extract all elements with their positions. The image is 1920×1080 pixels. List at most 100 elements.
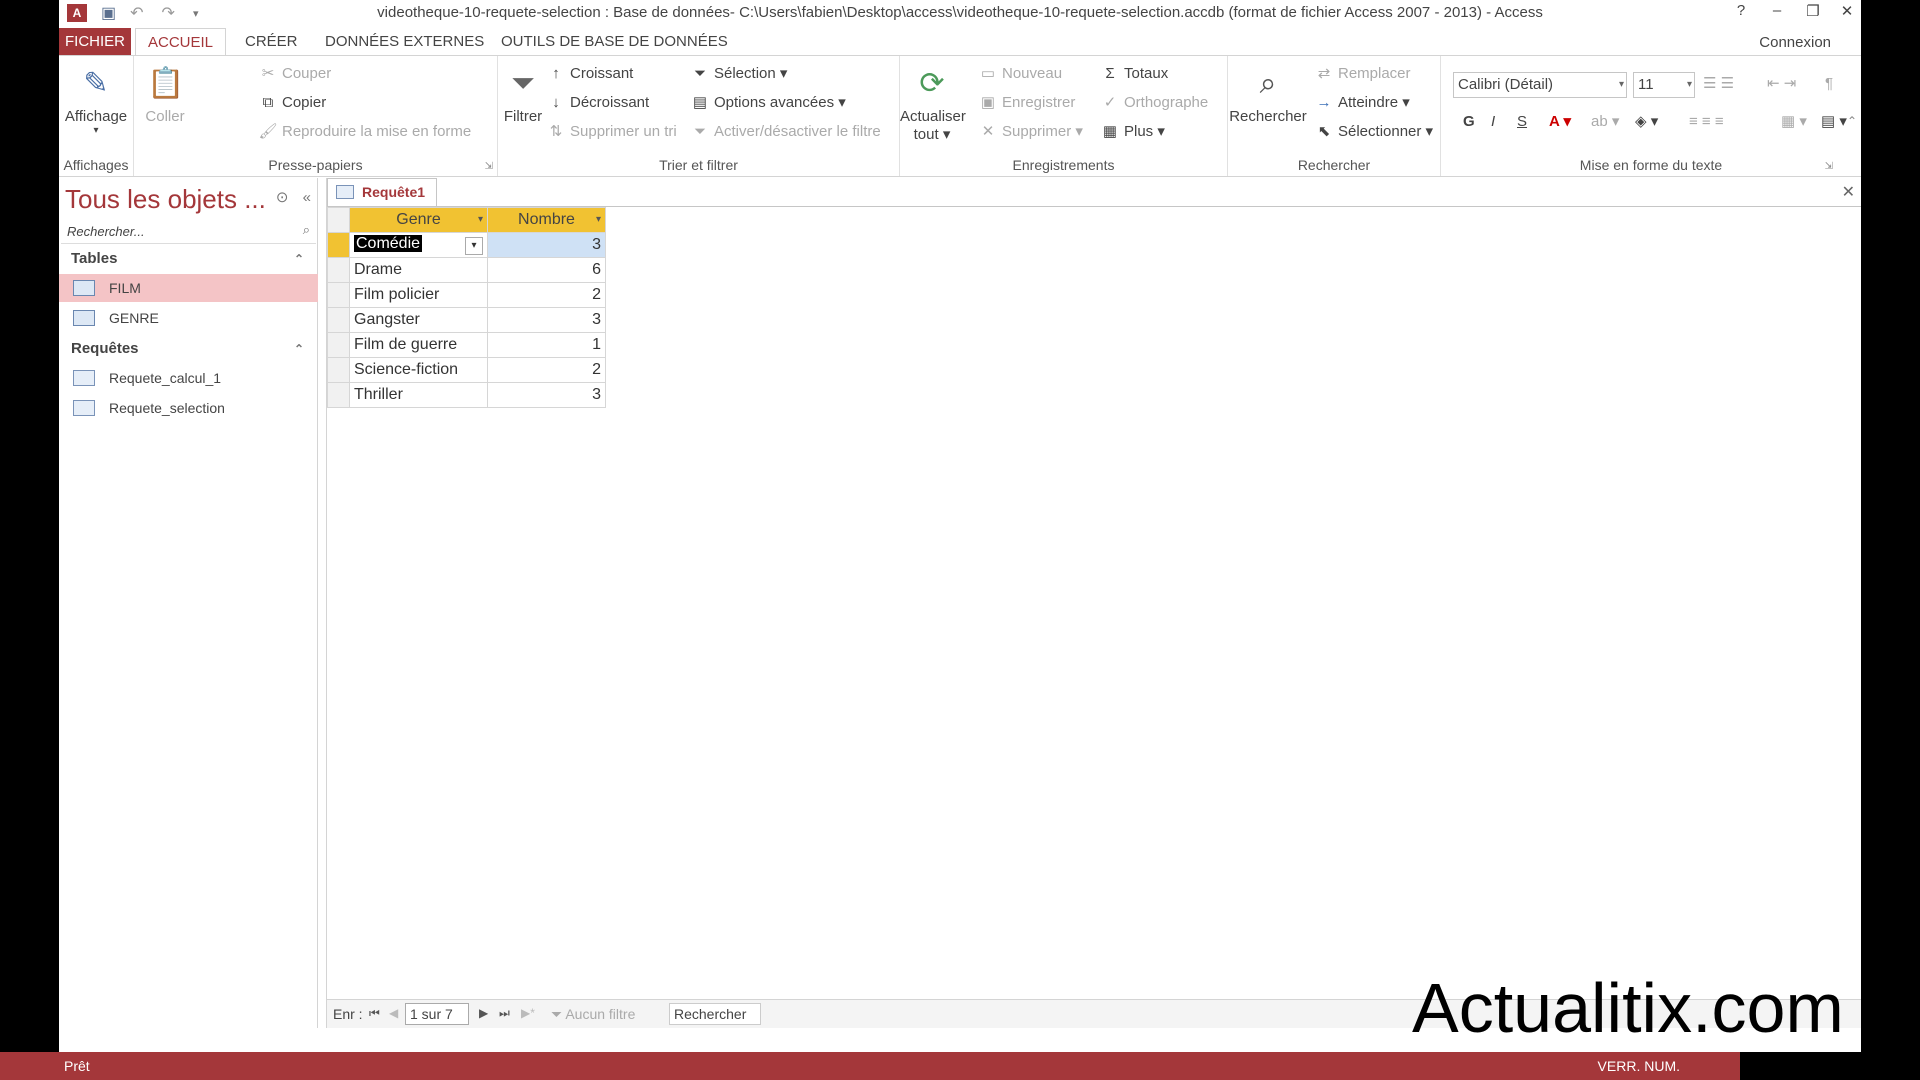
tab-fichier[interactable]: FICHIER	[59, 28, 131, 56]
highlight-icon[interactable]: ab ▾	[1591, 110, 1619, 134]
remplacer-button[interactable]: ⇄ Remplacer	[1314, 62, 1411, 86]
nav-item-film[interactable]: FILM	[59, 274, 318, 302]
nav-item-genre[interactable]: GENRE	[59, 304, 318, 332]
paragraph-icon[interactable]: ¶	[1825, 72, 1833, 96]
nouveau-button[interactable]: ▭ Nouveau	[978, 62, 1062, 86]
supprimer-tri-button[interactable]: ⇅ Supprimer un tri	[546, 120, 677, 144]
nav-item-requete-calcul-1[interactable]: Requete_calcul_1	[59, 364, 318, 392]
restore-button[interactable]: ❐	[1799, 2, 1827, 22]
section-requetes[interactable]: Requêtes ⌃	[59, 336, 318, 362]
collapse-ribbon-icon[interactable]: ⌃	[1847, 114, 1857, 128]
genre-cell[interactable]: Science-fiction	[349, 357, 488, 383]
copier-button[interactable]: ⧉ Copier	[258, 91, 327, 115]
genre-cell[interactable]: Thriller	[349, 382, 488, 408]
tab-outils-bdd[interactable]: OUTILS DE BASE DE DONNÉES	[489, 28, 740, 56]
nav-item-requete-selection[interactable]: Requete_selection	[59, 394, 318, 422]
dropdown-arrow-icon[interactable]: ▾	[596, 214, 601, 225]
tab-creer[interactable]: CRÉER	[233, 28, 310, 56]
help-button[interactable]: ?	[1727, 2, 1755, 22]
gridlines-icon[interactable]: ▦ ▾	[1781, 110, 1807, 134]
tab-accueil[interactable]: ACCUEIL	[135, 28, 227, 56]
supprimer-button[interactable]: ✕ Supprimer ▾	[978, 120, 1083, 144]
record-counter-input[interactable]: 1 sur 7	[405, 1003, 469, 1025]
bold-button[interactable]: G	[1463, 110, 1475, 134]
column-header-genre[interactable]: Genre ▾	[349, 207, 488, 233]
nav-search-input[interactable]: Rechercher... ⌕	[61, 220, 316, 244]
last-record-icon[interactable]: ⏭	[499, 1006, 510, 1021]
row-selector[interactable]	[327, 357, 350, 383]
dialog-launcher-icon[interactable]: ⇲	[1825, 161, 1833, 172]
record-search-input[interactable]: Rechercher	[669, 1003, 761, 1025]
rechercher-button[interactable]: ⌕ Rechercher	[1228, 66, 1308, 125]
sign-in-link[interactable]: Connexion	[1759, 34, 1831, 51]
genre-cell[interactable]: Film de guerre	[349, 332, 488, 358]
row-selector[interactable]	[327, 332, 350, 358]
close-document-icon[interactable]: ✕	[1842, 182, 1855, 202]
nombre-cell[interactable]: 6	[487, 257, 606, 283]
first-record-icon[interactable]: ⏮	[369, 1006, 380, 1021]
fill-color-icon[interactable]: ◈ ▾	[1635, 110, 1658, 134]
alt-fill-icon[interactable]: ▤ ▾	[1821, 110, 1847, 134]
atteindre-button[interactable]: → Atteindre ▾	[1314, 91, 1410, 115]
indent-icon[interactable]: ⇤ ⇥	[1767, 72, 1796, 96]
close-button[interactable]: ✕	[1833, 2, 1861, 22]
atteindre-label: Atteindre	[1338, 94, 1399, 111]
nav-title[interactable]: Tous les objets ...	[65, 184, 266, 215]
font-color-icon[interactable]: A ▾	[1549, 110, 1571, 134]
genre-cell[interactable]: Comédie ▾	[349, 232, 488, 258]
collapse-pane-icon[interactable]: «	[303, 189, 311, 206]
nombre-cell[interactable]: 2	[487, 282, 606, 308]
enregistrer-button[interactable]: ▣ Enregistrer	[978, 91, 1075, 115]
row-selector[interactable]	[327, 307, 350, 333]
genre-cell[interactable]: Film policier	[349, 282, 488, 308]
decroissant-button[interactable]: ↓ Décroissant	[546, 91, 649, 115]
select-all-cell[interactable]	[327, 207, 350, 233]
document-tab[interactable]: Requête1	[327, 178, 437, 206]
minimize-button[interactable]: –	[1763, 2, 1791, 22]
nombre-cell[interactable]: 1	[487, 332, 606, 358]
row-selector[interactable]	[327, 257, 350, 283]
row-selector[interactable]	[327, 382, 350, 408]
totaux-button[interactable]: Σ Totaux	[1100, 62, 1168, 86]
underline-button[interactable]: S	[1517, 110, 1527, 134]
row-selector[interactable]	[327, 282, 350, 308]
nombre-cell[interactable]: 3	[487, 307, 606, 333]
options-avancees-button[interactable]: ▤ Options avancées ▾	[690, 91, 846, 115]
new-record-nav-icon[interactable]: ▶*	[521, 1006, 535, 1020]
orthographe-button[interactable]: ✓ Orthographe	[1100, 91, 1209, 115]
tab-donnees-externes[interactable]: DONNÉES EXTERNES	[313, 28, 496, 56]
affichage-button[interactable]: ✎ Affichage ▾	[63, 66, 129, 136]
genre-cell[interactable]: Gangster	[349, 307, 488, 333]
selection-button[interactable]: ⏷ Sélection ▾	[690, 62, 787, 86]
search-icon[interactable]: ⌕	[303, 222, 310, 238]
previous-record-icon[interactable]: ◀	[389, 1006, 398, 1020]
filtrer-button[interactable]: ⏷ Filtrer	[498, 66, 548, 125]
filter-status[interactable]: ⏷ Aucun filtre	[551, 1006, 635, 1023]
font-name-select[interactable]: Calibri (Détail) ▾	[1453, 72, 1627, 98]
coller-button[interactable]: 📋 Coller	[140, 66, 190, 125]
next-record-icon[interactable]: ▶	[479, 1006, 488, 1020]
croissant-button[interactable]: ↑ Croissant	[546, 62, 633, 86]
font-size-select[interactable]: 11 ▾	[1633, 72, 1695, 98]
dropdown-arrow-icon[interactable]: ▾	[478, 214, 483, 225]
nav-menu-icon[interactable]: ⊙	[276, 189, 289, 206]
bullets-icon[interactable]: ☰ ☰	[1703, 72, 1734, 96]
italic-button[interactable]: I	[1491, 110, 1495, 134]
section-tables[interactable]: Tables ⌃	[59, 246, 318, 272]
toggle-filter-button[interactable]: ⏷ Activer/désactiver le filtre	[690, 120, 881, 144]
reproduire-button[interactable]: 🖌 Reproduire la mise en forme	[258, 120, 471, 144]
nombre-cell[interactable]: 3	[487, 382, 606, 408]
status-text: Prêt	[64, 1058, 90, 1074]
nombre-cell[interactable]: 2	[487, 357, 606, 383]
combo-dropdown-icon[interactable]: ▾	[465, 237, 483, 255]
selectionner-button[interactable]: ⬉ Sélectionner ▾	[1314, 120, 1433, 144]
plus-button[interactable]: ▦ Plus ▾	[1100, 120, 1165, 144]
row-selector[interactable]	[327, 232, 350, 258]
couper-button[interactable]: ✂ Couper	[258, 62, 332, 86]
nombre-cell[interactable]: 3	[487, 232, 606, 258]
align-icon[interactable]: ≡ ≡ ≡	[1689, 110, 1724, 134]
column-header-nombre[interactable]: Nombre ▾	[487, 207, 606, 233]
dialog-launcher-icon[interactable]: ⇲	[485, 161, 493, 172]
actualiser-tout-button[interactable]: ⟳ Actualiser tout ▾	[900, 66, 966, 143]
genre-cell[interactable]: Drame	[349, 257, 488, 283]
